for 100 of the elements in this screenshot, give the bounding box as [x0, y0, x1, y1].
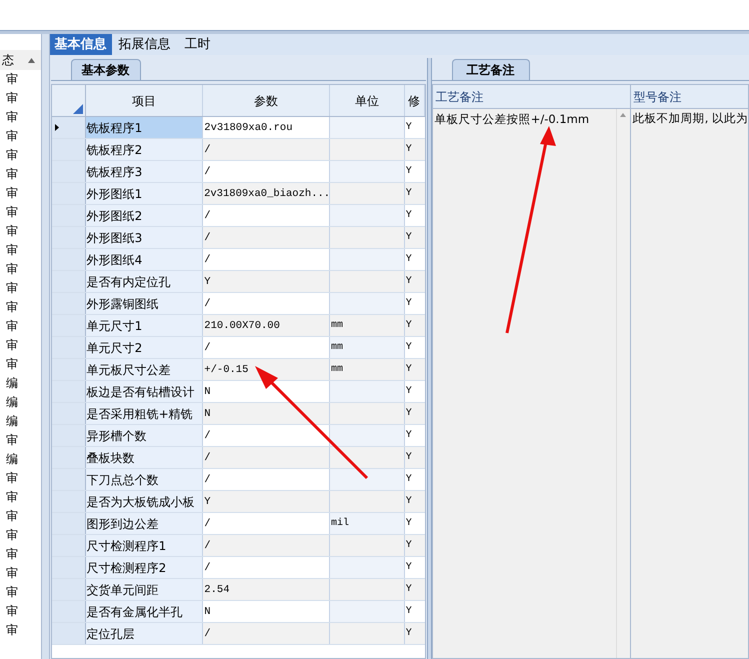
list-item[interactable]: 审 — [0, 165, 41, 184]
row-header[interactable] — [52, 293, 86, 314]
table-cell: mil — [330, 513, 405, 534]
table-cell: Y — [404, 491, 425, 512]
table-cell: 外形露铜图纸 — [86, 293, 204, 314]
table-cell: 交货单元间距 — [86, 579, 204, 600]
row-header[interactable] — [52, 491, 86, 512]
list-item[interactable]: 审 — [0, 146, 41, 165]
table-cell: 外形图纸3 — [86, 227, 204, 248]
table-cell: / — [203, 205, 330, 226]
row-header[interactable] — [52, 381, 86, 402]
row-header[interactable] — [52, 337, 86, 358]
list-item[interactable]: 审 — [0, 336, 41, 355]
list-item[interactable]: 审 — [0, 469, 41, 488]
column-header[interactable]: 参数 — [203, 85, 330, 116]
row-header[interactable] — [52, 579, 86, 600]
list-item[interactable]: 审 — [0, 602, 41, 621]
table-cell: / — [203, 513, 330, 534]
note-text: 此板不加周期, 以此为 — [632, 110, 748, 125]
list-item[interactable]: 审 — [0, 298, 41, 317]
tab[interactable]: 拓展信息 — [112, 34, 178, 55]
list-item[interactable]: 审 — [0, 317, 41, 336]
table-cell: Y — [404, 227, 425, 248]
column-header[interactable]: 工艺备注 — [432, 85, 631, 108]
list-item[interactable]: 审 — [0, 70, 41, 89]
list-item[interactable]: 审 — [0, 526, 41, 545]
column-header[interactable]: 型号备注 — [630, 85, 748, 108]
list-item[interactable]: 编 — [0, 412, 41, 431]
list-item[interactable]: 审 — [0, 260, 41, 279]
row-header[interactable] — [52, 601, 86, 622]
column-header: 态 — [1, 52, 14, 69]
row-header[interactable] — [52, 425, 86, 446]
row-header[interactable] — [52, 557, 86, 578]
table-cell: 是否有内定位孔 — [86, 271, 204, 292]
table-cell: N — [203, 601, 330, 622]
table-cell: 外形图纸2 — [86, 205, 204, 226]
row-header[interactable] — [52, 315, 86, 336]
list-item[interactable]: 审 — [0, 431, 41, 450]
scroll-up-icon[interactable] — [620, 113, 626, 117]
table-cell: / — [203, 161, 330, 182]
list-item[interactable]: 审 — [0, 583, 41, 602]
row-header[interactable] — [52, 513, 86, 534]
list-item[interactable]: 审 — [0, 355, 41, 374]
table-cell: 外形图纸1 — [86, 183, 204, 204]
list-item[interactable]: 审 — [0, 108, 41, 127]
row-header[interactable] — [52, 469, 86, 490]
table-cell: 外形图纸4 — [86, 249, 204, 270]
panel-tab[interactable]: 基本参数 — [70, 59, 141, 80]
table-cell: 定位孔层 — [86, 623, 204, 644]
list-item[interactable]: 审 — [0, 564, 41, 583]
row-header[interactable] — [52, 249, 86, 270]
list-item[interactable]: 审 — [0, 545, 41, 564]
table-cell: 铣板程序1 — [86, 117, 204, 138]
list-item[interactable]: 审 — [0, 279, 41, 298]
column-header[interactable]: 单位 — [330, 85, 405, 116]
table-cell: / — [203, 227, 330, 248]
list-item[interactable]: 审 — [0, 241, 41, 260]
row-header[interactable] — [52, 161, 86, 182]
list-item[interactable]: 审 — [0, 621, 41, 640]
table-cell: 210.00X70.00 — [203, 315, 330, 336]
tab[interactable]: 工时 — [178, 34, 218, 55]
table-cell: 下刀点总个数 — [86, 469, 204, 490]
row-header[interactable] — [52, 205, 86, 226]
table-cell: 尺寸检测程序2 — [86, 557, 204, 578]
list-item[interactable]: 审 — [0, 507, 41, 526]
table-cell: Y — [404, 535, 425, 556]
list-item[interactable]: 审 — [0, 89, 41, 108]
table-cell: Y — [404, 271, 425, 292]
row-header[interactable] — [52, 117, 86, 138]
table-cell: Y — [404, 183, 425, 204]
list-item[interactable]: 审 — [0, 184, 41, 203]
table-cell: Y — [404, 139, 425, 160]
table-cell: 是否采用粗铣+精铣 — [86, 403, 204, 424]
table-cell: 是否有金属化半孔 — [86, 601, 204, 622]
row-header[interactable] — [52, 227, 86, 248]
list-item[interactable]: 编 — [0, 374, 41, 393]
table-cell: Y — [404, 403, 425, 424]
list-item[interactable]: 编 — [0, 393, 41, 412]
column-header[interactable]: 项目 — [86, 85, 204, 116]
row-header[interactable] — [52, 623, 86, 644]
row-header[interactable] — [52, 447, 86, 468]
list-item[interactable]: 审 — [0, 222, 41, 241]
list-item[interactable]: 编 — [0, 450, 41, 469]
row-header[interactable] — [52, 183, 86, 204]
list-item[interactable]: 审 — [0, 127, 41, 146]
row-header[interactable] — [52, 271, 86, 292]
table-cell: 铣板程序3 — [86, 161, 204, 182]
splitter-bar[interactable] — [426, 58, 432, 659]
column-header[interactable]: 修 — [404, 85, 425, 116]
scroll-up-icon[interactable] — [28, 58, 35, 62]
tab[interactable]: 基本信息 — [50, 34, 112, 55]
row-header[interactable] — [52, 403, 86, 424]
table-cell: / — [203, 535, 330, 556]
list-item[interactable]: 审 — [0, 203, 41, 222]
table-cell: Y — [404, 447, 425, 468]
list-item[interactable]: 审 — [0, 488, 41, 507]
row-header[interactable] — [52, 535, 86, 556]
row-header[interactable] — [52, 139, 86, 160]
panel-tab[interactable]: 工艺备注 — [452, 59, 530, 80]
row-header[interactable] — [52, 359, 86, 380]
